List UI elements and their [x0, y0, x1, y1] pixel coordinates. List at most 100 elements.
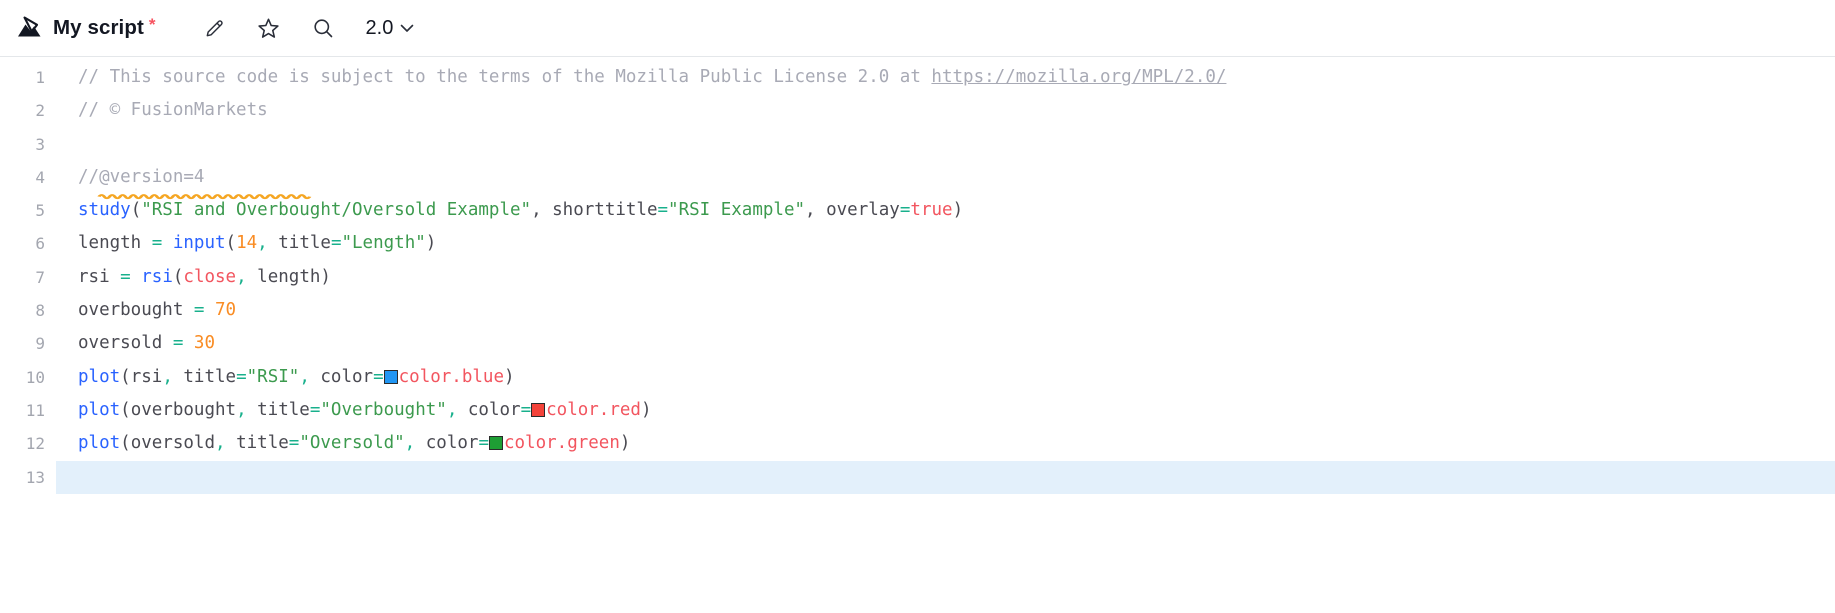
code-token: close	[183, 266, 237, 287]
line-number: 10	[25, 367, 45, 387]
code-token: overbought	[78, 300, 194, 321]
code-token: title	[172, 366, 237, 387]
unsaved-changes-marker: *	[148, 14, 156, 34]
code-line[interactable]: 3	[0, 128, 1835, 161]
line-content[interactable]: // © FusionMarkets	[56, 94, 1835, 127]
code-line[interactable]: 4 //@version=4	[0, 161, 1835, 200]
script-title-group[interactable]: My script *	[53, 16, 156, 40]
line-content[interactable]: overbought = 70	[56, 294, 1835, 327]
line-content[interactable]: rsi = rsi(close, length)	[56, 261, 1835, 294]
code-token: ,	[162, 366, 173, 387]
code-token: length	[78, 233, 152, 254]
code-token: title	[267, 233, 331, 254]
code-token: =	[657, 200, 669, 221]
code-token: )	[320, 266, 331, 287]
line-number: 4	[35, 167, 45, 187]
line-content[interactable]: plot(rsi, title="RSI", color= color.blue)	[56, 361, 1835, 394]
code-line[interactable]: 1 // This source code is subject to the t…	[0, 61, 1835, 94]
code-token: title	[225, 433, 289, 454]
code-editor-pane[interactable]: 1 // This source code is subject to the t…	[0, 57, 1835, 613]
code-token: plot	[78, 366, 121, 387]
code-token: title	[246, 399, 310, 420]
line-content[interactable]: // This source code is subject to the te…	[56, 61, 1835, 94]
star-icon[interactable]	[248, 7, 290, 49]
code-line[interactable]: 13	[0, 460, 1835, 494]
chevron-down-icon	[400, 23, 414, 33]
code-line[interactable]: 5 study("RSI and Overbought/Oversold Exam…	[0, 194, 1835, 227]
code-token: shorttitle	[552, 200, 658, 221]
line-content[interactable]: plot(oversold, title="Oversold", color= c…	[56, 427, 1835, 460]
line-number: 5	[35, 201, 45, 221]
line-content[interactable]: //@version=4	[56, 161, 1835, 200]
code-line[interactable]: 11 plot(overbought, title="Overbought", c…	[0, 394, 1835, 427]
line-content[interactable]	[56, 128, 1835, 161]
code-token: overlay	[826, 200, 900, 221]
code-token: =	[899, 200, 911, 221]
code-token: 30	[193, 333, 215, 354]
code-token: =	[520, 399, 532, 420]
page-title: My script	[53, 16, 144, 39]
line-content[interactable]: oversold = 30	[56, 327, 1835, 360]
code-token: input	[172, 233, 226, 254]
pine-script-editor-window: My script * 2.0 1 // This source code is…	[0, 0, 1835, 613]
line-number: 8	[35, 301, 45, 321]
code-token: =	[193, 300, 205, 321]
color-swatch[interactable]	[383, 369, 398, 384]
code-token: =	[309, 399, 321, 420]
code-token: )	[503, 366, 515, 387]
code-line[interactable]: 12 plot(oversold, title="Oversold", color…	[0, 427, 1835, 460]
code-lines-container[interactable]: 1 // This source code is subject to the t…	[0, 57, 1835, 494]
line-number: 3	[35, 134, 45, 154]
code-token: =	[373, 366, 384, 387]
line-number: 6	[35, 234, 45, 254]
code-token: true	[910, 200, 953, 221]
code-token: (	[130, 200, 142, 221]
code-token: "RSI"	[246, 366, 300, 387]
search-icon[interactable]	[302, 7, 344, 49]
code-token: "RSI Example"	[668, 200, 806, 221]
code-token: =	[151, 233, 163, 254]
spellcheck-squiggle-text: @version=4	[97, 161, 312, 200]
line-content[interactable]	[56, 460, 1835, 494]
code-line[interactable]: 2 // © FusionMarkets	[0, 94, 1835, 127]
color-swatch[interactable]	[488, 436, 503, 451]
line-content[interactable]: study("RSI and Overbought/Oversold Examp…	[56, 194, 1835, 227]
code-line[interactable]: 7 rsi = rsi(close, length)	[0, 261, 1835, 294]
code-token: // © FusionMarkets	[78, 100, 268, 121]
code-token: ,	[805, 200, 827, 221]
editor-header-toolbar: My script * 2.0	[0, 0, 1835, 57]
line-number: 13	[25, 467, 45, 487]
code-token: rsi	[78, 266, 121, 287]
code-token: color.red	[546, 399, 641, 420]
code-token: https://mozilla.org/MPL/2.0/	[931, 67, 1227, 87]
code-token: // This source code is subject to the te…	[78, 67, 932, 87]
code-line[interactable]: 8 overbought = 70	[0, 294, 1835, 327]
line-number: 7	[35, 267, 45, 287]
code-token: =	[330, 233, 342, 254]
code-line[interactable]: 10 plot(rsi, title="RSI", color= color.blu…	[0, 361, 1835, 394]
line-number: 12	[25, 434, 45, 454]
code-token: ,	[236, 399, 247, 420]
code-token: (	[120, 366, 131, 387]
line-number: 2	[35, 101, 45, 121]
code-token: "Oversold"	[299, 433, 405, 454]
line-content[interactable]: plot(overbought, title="Overbought", col…	[56, 394, 1835, 427]
code-token: plot	[78, 433, 121, 454]
code-token: (	[225, 233, 237, 254]
code-token: color.green	[503, 433, 620, 454]
line-number: 9	[35, 334, 45, 354]
version-selector[interactable]: 2.0	[360, 10, 421, 46]
code-token: )	[425, 233, 437, 254]
line-content[interactable]: length = input(14, title="Length")	[56, 227, 1835, 260]
code-token: 14	[236, 233, 258, 254]
code-token: color	[309, 366, 374, 387]
code-line[interactable]: 6 length = input(14, title="Length")	[0, 227, 1835, 260]
color-swatch[interactable]	[531, 402, 546, 417]
code-line[interactable]: 9 oversold = 30	[0, 327, 1835, 360]
line-number: 1	[35, 68, 45, 87]
code-token: =	[236, 366, 247, 387]
code-token: overbought	[130, 399, 237, 420]
code-token: ,	[236, 266, 247, 287]
pencil-icon[interactable]	[194, 7, 236, 49]
